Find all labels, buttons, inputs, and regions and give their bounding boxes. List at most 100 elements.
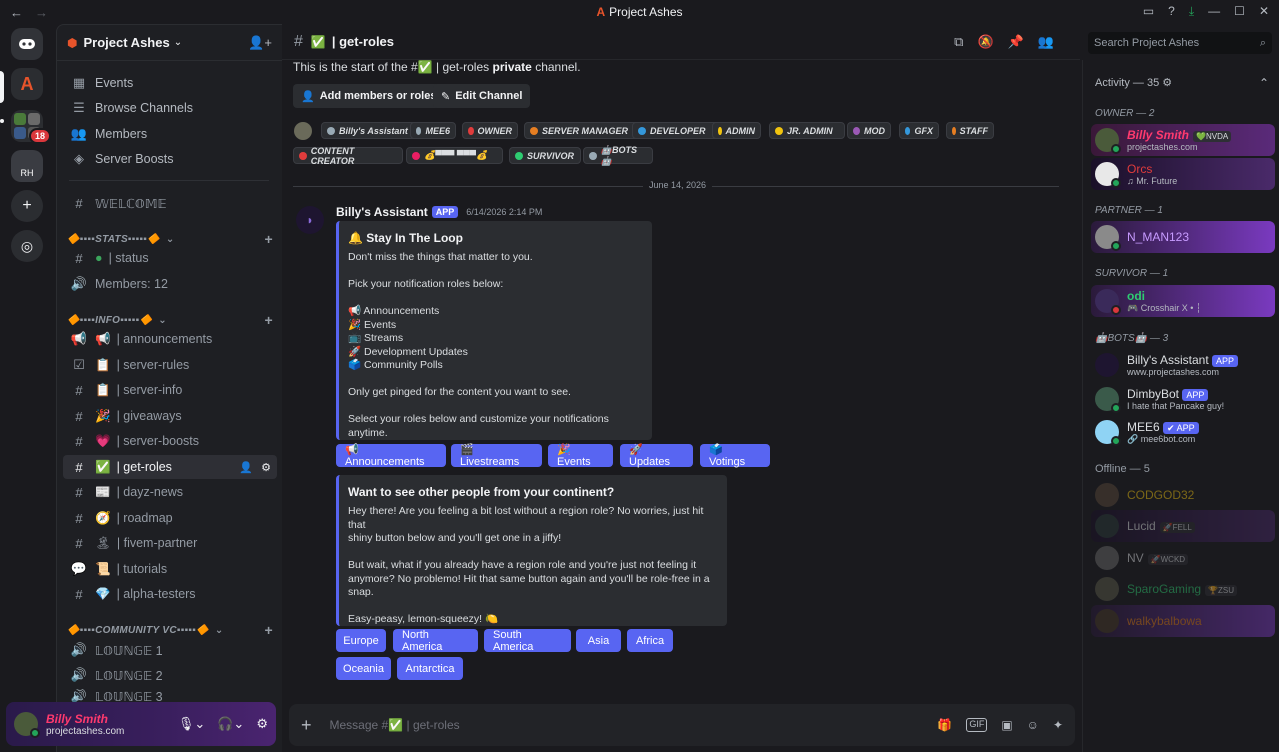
invite-icon[interactable]: 👤 [239, 461, 253, 474]
role-chip[interactable]: ADMIN [712, 122, 761, 139]
notification-role-button[interactable]: 📢 Announcements [336, 444, 446, 468]
category-stats[interactable]: 🔶▪▪▪▪STATS▪▪▪▪▪🔶 ⌄ + [67, 231, 273, 247]
member-dimbybot[interactable]: DimbyBot APP I hate that Pancake guy! [1091, 383, 1275, 415]
nav-server-boosts[interactable]: ◈ Server Boosts [63, 147, 277, 171]
role-chip[interactable]: OWNER [462, 122, 518, 139]
role-chip[interactable]: STAFF [946, 122, 994, 139]
server-project-ashes[interactable]: A [11, 68, 43, 100]
help-icon[interactable]: ? [1168, 4, 1175, 19]
member-codgod32[interactable]: CODGOD32 [1091, 479, 1275, 511]
add-channel-icon[interactable]: + [265, 231, 273, 247]
channel-members-count[interactable]: 🔊 Members: 12 [63, 272, 277, 296]
attach-plus-icon[interactable]: + [301, 715, 312, 736]
member-n-man123[interactable]: N_MAN123 [1091, 221, 1275, 253]
channel-fivem-partner[interactable]: # 🏝 | fivem-partner [63, 531, 277, 555]
role-chip[interactable]: 🤖BOTS🤖 [583, 145, 653, 166]
server-rh[interactable]: RH [11, 150, 43, 182]
add-channel-icon[interactable]: + [265, 622, 273, 638]
notification-role-button[interactable]: 🎬 Livestreams [451, 444, 542, 468]
headphones-icon[interactable]: 🎧⌄ [217, 716, 244, 732]
channel-server-boosts[interactable]: # 💗 | server-boosts [63, 429, 277, 453]
region-button[interactable]: Antarctica [397, 657, 463, 680]
member-sparogaming[interactable]: SparoGaming 🏆ZSU [1091, 573, 1275, 605]
discord-home-button[interactable] [11, 28, 43, 60]
voice-lounge-2[interactable]: 🔊 𝕃𝕆𝕌ℕ𝔾𝔼 2 [63, 663, 277, 687]
channel-alpha-testers[interactable]: # 💎 | alpha-testers [63, 582, 277, 606]
notification-role-button[interactable]: 🚀 Updates [620, 444, 693, 468]
channel-giveaways[interactable]: # 🎉 | giveaways [63, 404, 277, 428]
member-walkybalbowa[interactable]: walkybalbowa [1091, 605, 1275, 637]
gif-icon[interactable]: GIF [966, 718, 988, 732]
emoji-icon[interactable]: ☺ [1027, 718, 1039, 732]
channel-get-roles[interactable]: # ✅ | get-roles 👤 ⚙ [63, 455, 277, 479]
role-chip[interactable]: CONTENT CREATOR [293, 146, 403, 166]
invite-people-icon[interactable]: 👤+ [248, 35, 272, 51]
sticker-icon[interactable]: ▣ [1001, 718, 1012, 732]
member-list-icon[interactable]: 👥 [1038, 34, 1054, 50]
member-orcs[interactable]: Orcs ♫ Mr. Future [1091, 158, 1275, 190]
channel-announcements[interactable]: 📢 📢 | announcements [63, 327, 277, 351]
search-input[interactable]: Search Project Ashes ⌕ [1088, 32, 1272, 54]
nav-browse-channels[interactable]: ☰ Browse Channels [63, 96, 277, 120]
notification-role-button[interactable]: 🗳️ Votings [700, 444, 770, 468]
microphone-icon[interactable]: 🎙⌄ [178, 716, 205, 732]
inbox-icon[interactable]: ▭ [1143, 4, 1154, 19]
role-chip[interactable]: 💰▀▀▀ ▀▀▀💰 [406, 147, 503, 164]
pin-icon[interactable]: 📌 [1008, 34, 1024, 50]
gear-icon[interactable]: ⚙ [261, 461, 271, 474]
region-button[interactable]: Africa [627, 629, 673, 652]
region-button[interactable]: Oceania [336, 657, 391, 680]
download-icon[interactable]: ⤓ [1189, 4, 1194, 19]
channel-tutorials[interactable]: 💬 📜 | tutorials [63, 557, 277, 581]
avatar[interactable] [14, 712, 40, 738]
close-icon[interactable]: ✕ [1259, 4, 1269, 19]
message-author[interactable]: Billy's Assistant [336, 205, 428, 219]
channel-server-info[interactable]: # 📋 | server-info [63, 378, 277, 402]
server-header[interactable]: ⬢ Project Ashes ⌄ 👤+ [57, 25, 282, 61]
member-odi[interactable]: odi 🎮 Crosshair X • ┆ [1091, 285, 1275, 317]
add-server-icon[interactable]: + [11, 190, 43, 222]
notification-muted-icon[interactable]: 🔕 [977, 34, 993, 50]
edit-channel-button[interactable]: ✎ Edit Channel [433, 84, 531, 108]
role-chip[interactable]: MOD [847, 122, 891, 139]
activity-header[interactable]: Activity — 35 ⚙ [1095, 76, 1172, 89]
region-button[interactable]: South America [484, 629, 571, 653]
region-button[interactable]: North America [393, 629, 478, 653]
minimize-icon[interactable]: — [1208, 4, 1220, 19]
region-button[interactable]: Asia [576, 629, 621, 652]
channel-roadmap[interactable]: # 🧭 | roadmap [63, 506, 277, 530]
region-button[interactable]: Europe [336, 629, 386, 652]
apps-icon[interactable]: ✦ [1053, 718, 1063, 732]
member-billys-assistant[interactable]: Billy's Assistant APP www.projectashes.co… [1091, 349, 1275, 381]
nav-members[interactable]: 👥 Members [63, 122, 277, 146]
member-billy-smith[interactable]: Billy Smith 💚NVDA projectashes.com [1091, 124, 1275, 156]
role-chip[interactable]: GFX [899, 122, 939, 139]
message-composer[interactable]: + Message #✅ | get-roles 🎁 GIF ▣ ☺ ✦ [289, 704, 1075, 746]
voice-lounge-1[interactable]: 🔊 𝕃𝕆𝕌ℕ𝔾𝔼 1 [63, 638, 277, 662]
add-members-button[interactable]: 👤 Add members or roles [293, 84, 445, 108]
voice-lounge-3[interactable]: 🔊 𝕃𝕆𝕌ℕ𝔾𝔼 3 [63, 689, 277, 703]
nav-events[interactable]: ▦ Events [63, 71, 277, 95]
back-arrow-icon[interactable]: ← [10, 5, 23, 20]
gear-icon[interactable]: ⚙ [256, 716, 268, 732]
add-channel-icon[interactable]: + [265, 312, 273, 328]
category-community-vc[interactable]: 🔶▪▪▪▪COMMUNITY VC▪▪▪▪▪🔶 ⌄ + [67, 622, 273, 638]
message-input[interactable]: Message #✅ | get-roles [330, 718, 460, 732]
bot-avatar[interactable]: ◗ [296, 206, 324, 234]
role-chip[interactable]: MEE6 [410, 122, 456, 139]
notification-role-button[interactable]: 🎉 Events [548, 444, 613, 468]
channel-dayz-news[interactable]: # 📰 | dayz-news [63, 480, 277, 504]
member-mee6[interactable]: MEE6 ✔ APP 🔗 mee6bot.com [1091, 416, 1275, 448]
discover-icon[interactable]: ◎ [11, 230, 43, 262]
maximize-icon[interactable]: ☐ [1234, 4, 1245, 19]
category-info[interactable]: 🔶▪▪▪▪INFO▪▪▪▪▪🔶 ⌄ + [67, 312, 273, 328]
member-lucid[interactable]: Lucid 🚀FELL [1091, 510, 1275, 542]
channel-welcome[interactable]: # 𝕎𝔼𝕃ℂ𝕆𝕄𝔼 [63, 191, 277, 215]
channel-server-rules[interactable]: ☑ 📋 | server-rules [63, 353, 277, 377]
gift-icon[interactable]: 🎁 [937, 718, 952, 732]
threads-icon[interactable]: ⧉ [954, 34, 963, 50]
member-nv[interactable]: NV 🚀WCKD [1091, 542, 1275, 574]
role-chip[interactable]: SURVIVOR [509, 147, 581, 164]
role-chip[interactable]: JR. ADMIN [769, 122, 845, 139]
forward-arrow-icon[interactable]: → [35, 5, 48, 20]
